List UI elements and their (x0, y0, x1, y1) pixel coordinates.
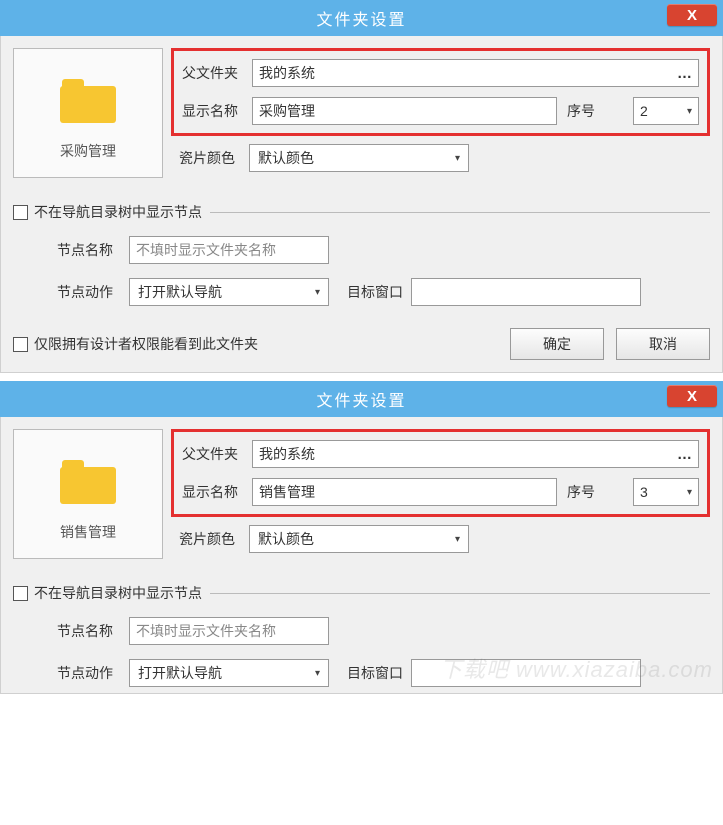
dialog-body: 采购管理 父文件夹 我的系统 … 显示名称 采购管理 (0, 36, 723, 373)
chevron-down-icon: ▾ (455, 153, 460, 164)
target-window-input[interactable] (411, 278, 641, 306)
folder-settings-dialog: 文件夹设置 X 采购管理 父文件夹 我的系统 … (0, 0, 723, 373)
display-name-input[interactable]: 销售管理 (252, 478, 557, 506)
tile-color-value: 默认颜色 (258, 148, 314, 168)
titlebar[interactable]: 文件夹设置 X (0, 381, 723, 417)
close-button[interactable]: X (667, 4, 717, 26)
node-name-input[interactable]: 不填时显示文件夹名称 (129, 236, 329, 264)
seq-value: 2 (640, 103, 648, 119)
parent-folder-value: 我的系统 (259, 444, 315, 464)
folder-label: 采购管理 (60, 141, 116, 161)
chevron-down-icon: ▾ (455, 534, 460, 545)
tile-color-label: 瓷片颜色 (179, 529, 239, 549)
seq-value: 3 (640, 484, 648, 500)
chevron-down-icon: ▾ (687, 487, 692, 498)
chevron-down-icon: ▾ (687, 106, 692, 117)
folder-icon (60, 79, 116, 123)
parent-folder-label: 父文件夹 (182, 63, 242, 83)
parent-folder-label: 父文件夹 (182, 444, 242, 464)
tile-color-label: 瓷片颜色 (179, 148, 239, 168)
dialog-body: 销售管理 父文件夹 我的系统 … 显示名称 销售管理 (0, 417, 723, 694)
close-icon: X (687, 388, 697, 405)
display-name-label: 显示名称 (182, 101, 242, 121)
seq-label: 序号 (567, 101, 627, 121)
target-window-label: 目标窗口 (347, 663, 403, 683)
node-action-value: 打开默认导航 (138, 663, 222, 683)
designer-only-label: 仅限拥有设计者权限能看到此文件夹 (34, 334, 258, 354)
folder-label: 销售管理 (60, 522, 116, 542)
cancel-button[interactable]: 取消 (616, 328, 710, 360)
folder-icon (60, 460, 116, 504)
highlight-box: 父文件夹 我的系统 … 显示名称 采购管理 序号 2 (171, 48, 710, 136)
parent-folder-input[interactable]: 我的系统 … (252, 440, 699, 468)
display-name-input[interactable]: 采购管理 (252, 97, 557, 125)
divider (210, 593, 710, 594)
node-action-select[interactable]: 打开默认导航 ▾ (129, 659, 329, 687)
hide-node-label: 不在导航目录树中显示节点 (34, 202, 202, 222)
folder-preview: 采购管理 (13, 48, 163, 178)
close-icon: X (687, 7, 697, 24)
browse-icon[interactable]: … (677, 446, 692, 463)
node-action-label: 节点动作 (57, 282, 129, 302)
node-action-select[interactable]: 打开默认导航 ▾ (129, 278, 329, 306)
tile-color-value: 默认颜色 (258, 529, 314, 549)
display-name-label: 显示名称 (182, 482, 242, 502)
chevron-down-icon: ▾ (315, 668, 320, 679)
parent-folder-input[interactable]: 我的系统 … (252, 59, 699, 87)
dialog-title: 文件夹设置 (316, 387, 406, 411)
tile-color-select[interactable]: 默认颜色 ▾ (249, 144, 469, 172)
chevron-down-icon: ▾ (315, 287, 320, 298)
seq-select[interactable]: 2 ▾ (633, 97, 699, 125)
target-window-input[interactable] (411, 659, 641, 687)
seq-select[interactable]: 3 ▾ (633, 478, 699, 506)
highlight-box: 父文件夹 我的系统 … 显示名称 销售管理 序号 3 (171, 429, 710, 517)
node-name-label: 节点名称 (57, 621, 129, 641)
parent-folder-value: 我的系统 (259, 63, 315, 83)
folder-settings-dialog: 文件夹设置 X 销售管理 父文件夹 我的系统 … (0, 381, 723, 694)
node-name-label: 节点名称 (57, 240, 129, 260)
divider (210, 212, 710, 213)
close-button[interactable]: X (667, 385, 717, 407)
node-name-input[interactable]: 不填时显示文件夹名称 (129, 617, 329, 645)
display-name-value: 销售管理 (259, 482, 315, 502)
node-action-label: 节点动作 (57, 663, 129, 683)
folder-preview: 销售管理 (13, 429, 163, 559)
designer-only-checkbox[interactable] (13, 337, 28, 352)
node-name-placeholder: 不填时显示文件夹名称 (136, 240, 276, 260)
titlebar[interactable]: 文件夹设置 X (0, 0, 723, 36)
browse-icon[interactable]: … (677, 65, 692, 82)
node-action-value: 打开默认导航 (138, 282, 222, 302)
ok-button[interactable]: 确定 (510, 328, 604, 360)
hide-node-checkbox[interactable] (13, 586, 28, 601)
display-name-value: 采购管理 (259, 101, 315, 121)
target-window-label: 目标窗口 (347, 282, 403, 302)
hide-node-checkbox[interactable] (13, 205, 28, 220)
seq-label: 序号 (567, 482, 627, 502)
hide-node-label: 不在导航目录树中显示节点 (34, 583, 202, 603)
tile-color-select[interactable]: 默认颜色 ▾ (249, 525, 469, 553)
node-name-placeholder: 不填时显示文件夹名称 (136, 621, 276, 641)
dialog-title: 文件夹设置 (316, 6, 406, 30)
